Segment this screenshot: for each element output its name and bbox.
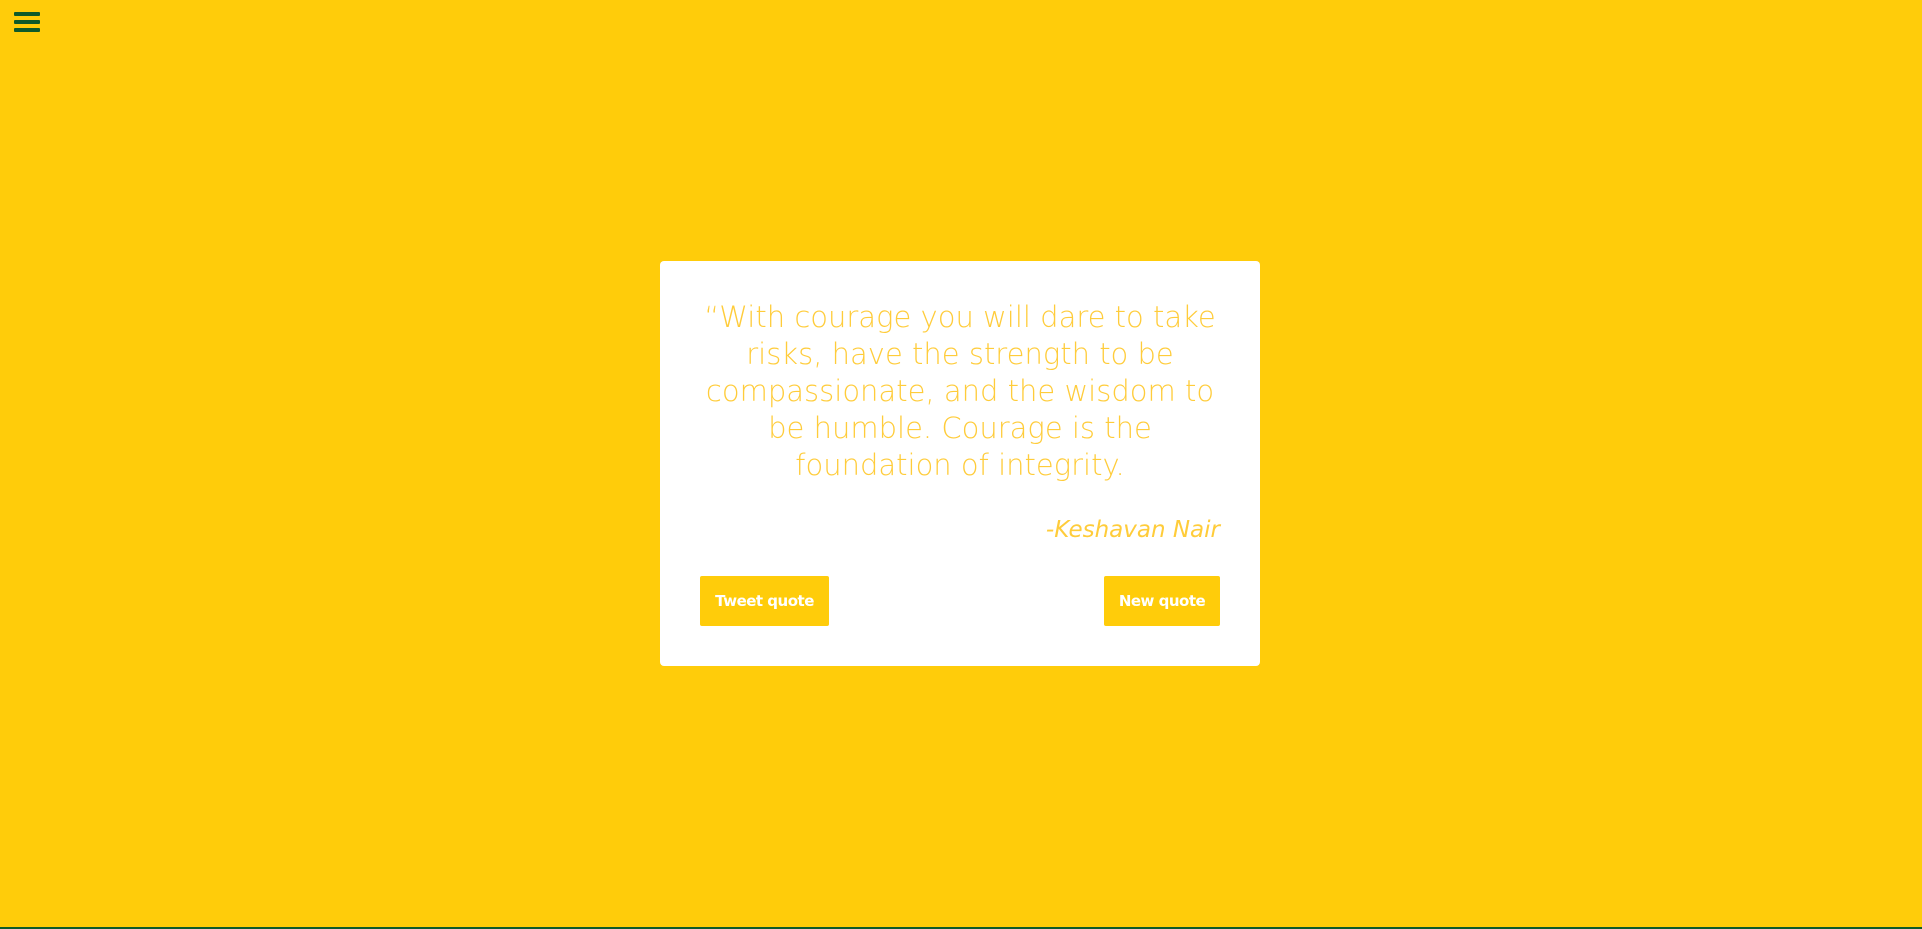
quote-text: “With courage you will dare to take risk… xyxy=(704,300,1216,482)
menu-bar-top xyxy=(14,12,40,16)
menu-bar-bottom xyxy=(14,28,40,32)
quote-card: “With courage you will dare to take risk… xyxy=(660,261,1260,666)
menu-bar-middle xyxy=(14,20,40,24)
new-quote-button[interactable]: New quote xyxy=(1104,576,1220,626)
quote-author: -Keshavan Nair xyxy=(1045,517,1220,543)
hamburger-menu-icon[interactable] xyxy=(14,10,40,34)
tweet-quote-button[interactable]: Tweet quote xyxy=(700,576,829,626)
